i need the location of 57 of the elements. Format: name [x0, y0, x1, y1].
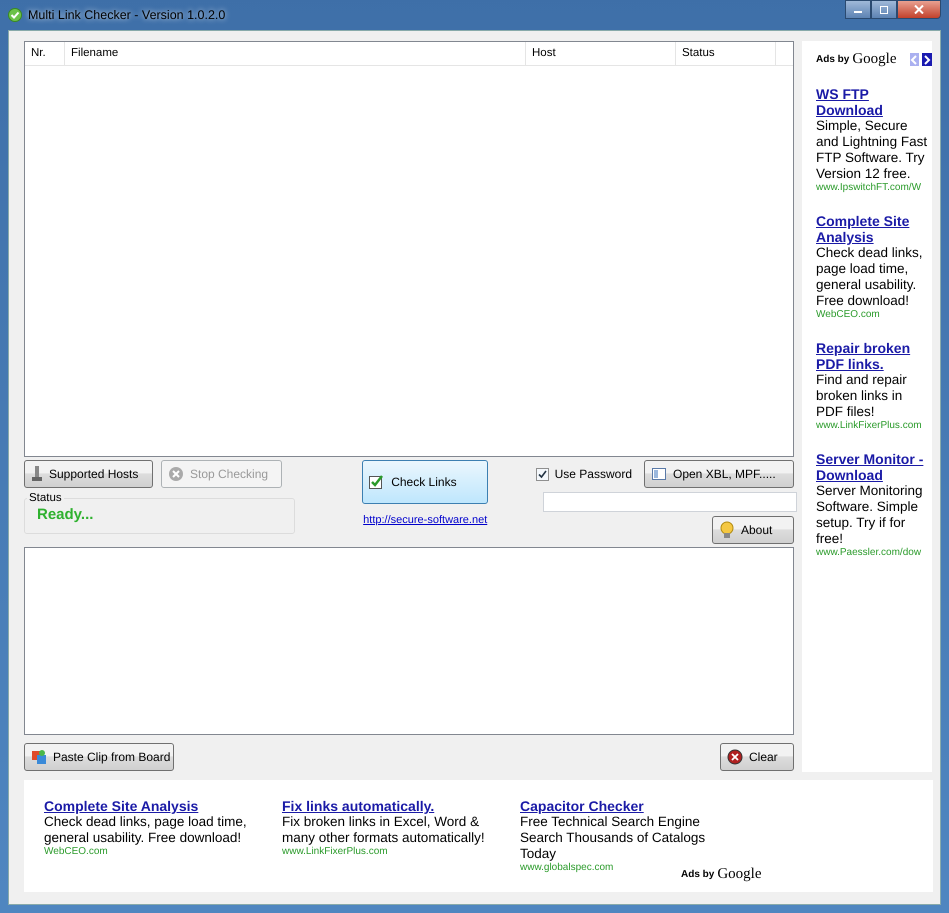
ad-title-link[interactable]: Repair broken PDF links. — [816, 340, 932, 372]
ad-title-link[interactable]: Complete Site Analysis — [44, 798, 262, 814]
clear-icon — [727, 749, 743, 765]
open-file-button[interactable]: Open XBL, MPF..... — [644, 460, 794, 488]
supported-hosts-button[interactable]: Supported Hosts — [24, 460, 153, 488]
ad-url: WebCEO.com — [44, 846, 109, 857]
paste-clipboard-button[interactable]: Paste Clip from Board — [24, 743, 174, 771]
lightbulb-icon — [719, 521, 735, 539]
ad-text: Free Technical Search Engine Search Thousands of Catalogs Today — [520, 814, 706, 862]
ads-brand: Google — [852, 51, 897, 68]
about-button[interactable]: About — [712, 516, 794, 544]
status-text: Ready... — [37, 506, 94, 523]
ad-title-link[interactable]: Complete Site Analysis — [816, 213, 932, 245]
plug-icon — [31, 466, 43, 482]
check-circle-icon — [8, 8, 22, 22]
link-list[interactable]: Nr. Filename Host Status — [24, 41, 794, 457]
ad-title-link[interactable]: Fix links automatically. — [282, 798, 500, 814]
column-header[interactable]: Nr. — [25, 42, 65, 65]
ads-by-label: Ads by — [816, 54, 850, 65]
ad-text: Check dead links, page load time, general usability. Free download! — [816, 245, 924, 309]
ad-title-link[interactable]: Capacitor Checker — [520, 798, 738, 814]
column-header[interactable]: Status — [676, 42, 776, 65]
clear-button[interactable]: Clear — [720, 743, 794, 771]
maximize-icon — [879, 6, 889, 14]
tick-icon — [536, 468, 548, 480]
status-label: Status — [28, 492, 63, 504]
stop-icon — [168, 466, 184, 482]
close-button[interactable] — [897, 0, 941, 19]
maximize-button[interactable] — [871, 0, 897, 19]
clipboard-shapes-icon — [31, 749, 47, 765]
ad-title-link[interactable]: Server Monitor - Download — [816, 451, 932, 483]
website-link[interactable]: http://secure-software.net — [363, 514, 488, 526]
ad-text: Fix broken links in Excel, Word & many other formats automatically! — [282, 814, 486, 846]
column-header[interactable]: Host — [526, 42, 676, 65]
ad-text: Check dead links, page load time, general usability. Free download! — [44, 814, 248, 846]
use-password-checkbox[interactable]: Use Password — [536, 467, 632, 481]
password-field[interactable] — [543, 492, 797, 512]
ad-url: WebCEO.com — [816, 309, 881, 320]
next-arrow-icon[interactable] — [922, 53, 932, 66]
ad-title-link[interactable]: WS FTP Download — [816, 86, 932, 118]
ad-text: Server Monitoring Software. Simple setup. Try if for free! — [816, 483, 924, 547]
ads-brand: Google — [717, 866, 762, 883]
ad-text: Simple, Secure and Lightning Fast FTP Software. Try Version 12 free. — [816, 118, 928, 182]
checkmark-icon — [369, 474, 386, 490]
close-icon — [914, 5, 924, 14]
ad-url: www.IpswitchFT.com/W — [816, 182, 922, 193]
ad-url: www.LinkFixerPlus.com — [816, 420, 923, 431]
ads-by-label: Ads by — [681, 869, 714, 880]
column-header[interactable]: Filename — [65, 42, 526, 65]
document-icon — [651, 466, 667, 482]
check-links-button[interactable]: Check Links — [362, 460, 488, 504]
minimize-button[interactable] — [845, 0, 871, 19]
ad-url: www.Paessler.com/dow — [816, 547, 922, 558]
ad-text: Find and repair broken links in PDF files! — [816, 372, 908, 420]
window-title: Multi Link Checker - Version 1.0.2.0 — [28, 8, 226, 22]
ad-url: www.globalspec.com — [520, 862, 614, 873]
ad-url: www.LinkFixerPlus.com — [282, 846, 389, 857]
